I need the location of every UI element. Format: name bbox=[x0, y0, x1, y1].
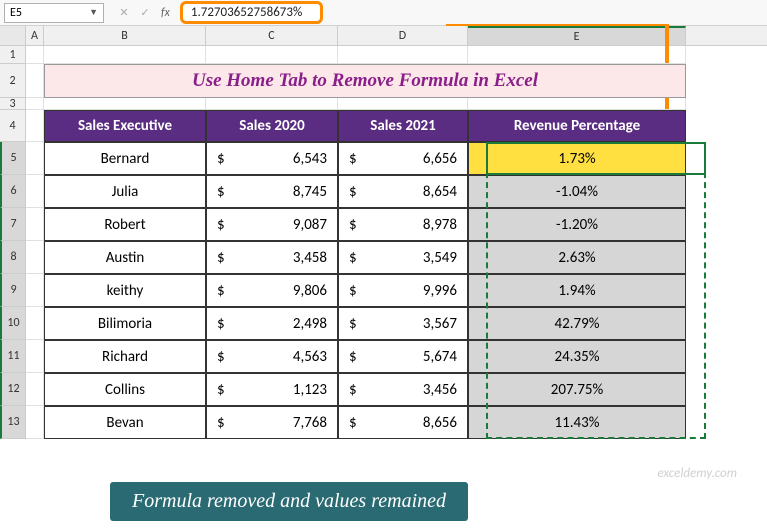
row-header-6[interactable]: 6 bbox=[0, 175, 26, 208]
select-all-corner[interactable] bbox=[0, 26, 26, 45]
sales-2021-cell[interactable]: $8,654 bbox=[338, 175, 468, 208]
row-headers: 1 2 3 4 5 6 7 8 9 10 11 12 13 bbox=[0, 46, 26, 439]
row-header-1[interactable]: 1 bbox=[0, 46, 26, 64]
cell[interactable] bbox=[338, 46, 468, 64]
sales-2020-cell[interactable]: $2,498 bbox=[206, 307, 338, 340]
cell[interactable] bbox=[26, 46, 44, 64]
rev-pct-cell[interactable]: -1.04% bbox=[468, 175, 686, 208]
row-header-8[interactable]: 8 bbox=[0, 241, 26, 274]
title-cell[interactable]: Use Home Tab to Remove Formula in Excel bbox=[44, 64, 686, 98]
header-rev[interactable]: Revenue Percentage bbox=[468, 110, 686, 142]
cell[interactable] bbox=[206, 98, 338, 110]
rev-pct-cell[interactable]: 11.43% bbox=[468, 406, 686, 439]
column-headers: A B C D E bbox=[0, 26, 767, 46]
row-header-11[interactable]: 11 bbox=[0, 340, 26, 373]
rev-pct-cell[interactable]: 42.79% bbox=[468, 307, 686, 340]
rev-pct-cell[interactable]: 1.73% bbox=[468, 142, 686, 175]
sales-2020-cell[interactable]: $9,806 bbox=[206, 274, 338, 307]
row-header-13[interactable]: 13 bbox=[0, 406, 26, 439]
cell[interactable] bbox=[26, 340, 44, 373]
cell[interactable] bbox=[26, 373, 44, 406]
sales-2020-cell[interactable]: $6,543 bbox=[206, 142, 338, 175]
rev-pct-cell[interactable]: 24.35% bbox=[468, 340, 686, 373]
cell[interactable] bbox=[26, 406, 44, 439]
cell[interactable] bbox=[206, 46, 338, 64]
watermark: exceldemy.com bbox=[658, 466, 737, 481]
cell[interactable] bbox=[468, 98, 686, 110]
row-header-2[interactable]: 2 bbox=[0, 64, 26, 98]
sales-2021-cell[interactable]: $8,656 bbox=[338, 406, 468, 439]
cell[interactable] bbox=[26, 307, 44, 340]
sales-2020-cell[interactable]: $4,563 bbox=[206, 340, 338, 373]
sales-2021-cell[interactable]: $5,674 bbox=[338, 340, 468, 373]
header-2020[interactable]: Sales 2020 bbox=[206, 110, 338, 142]
formula-input[interactable]: 1.72703652758673% bbox=[180, 1, 323, 24]
sales-2021-cell[interactable]: $3,549 bbox=[338, 241, 468, 274]
name-box-value: E5 bbox=[10, 6, 22, 20]
exec-cell[interactable]: Julia bbox=[44, 175, 206, 208]
header-exec[interactable]: Sales Executive bbox=[44, 110, 206, 142]
sales-2021-cell[interactable]: $6,656 bbox=[338, 142, 468, 175]
row-header-3[interactable]: 3 bbox=[0, 98, 26, 110]
sales-2021-cell[interactable]: $3,456 bbox=[338, 373, 468, 406]
exec-cell[interactable]: Collins bbox=[44, 373, 206, 406]
row-header-5[interactable]: 5 bbox=[0, 142, 26, 175]
formula-bar-icons: ✕ ✓ bbox=[114, 3, 155, 23]
sales-2021-cell[interactable]: $9,996 bbox=[338, 274, 468, 307]
exec-cell[interactable]: Bernard bbox=[44, 142, 206, 175]
chevron-down-icon[interactable]: ▼ bbox=[89, 7, 98, 18]
sales-2021-cell[interactable]: $3,567 bbox=[338, 307, 468, 340]
cell[interactable] bbox=[26, 208, 44, 241]
cell[interactable] bbox=[26, 98, 44, 110]
row-header-7[interactable]: 7 bbox=[0, 208, 26, 241]
rev-pct-cell[interactable]: -1.20% bbox=[468, 208, 686, 241]
cell[interactable] bbox=[44, 46, 206, 64]
sales-2020-cell[interactable]: $3,458 bbox=[206, 241, 338, 274]
exec-cell[interactable]: keithy bbox=[44, 274, 206, 307]
name-box[interactable]: E5 ▼ bbox=[4, 3, 104, 23]
exec-cell[interactable]: Austin bbox=[44, 241, 206, 274]
rev-pct-cell[interactable]: 207.75% bbox=[468, 373, 686, 406]
cancel-icon[interactable]: ✕ bbox=[114, 3, 134, 23]
col-header-A[interactable]: A bbox=[26, 26, 44, 45]
cell[interactable] bbox=[26, 142, 44, 175]
rev-pct-cell[interactable]: 1.94% bbox=[468, 274, 686, 307]
sales-2020-cell[interactable]: $8,745 bbox=[206, 175, 338, 208]
sales-2021-cell[interactable]: $8,978 bbox=[338, 208, 468, 241]
enter-icon[interactable]: ✓ bbox=[135, 3, 155, 23]
sales-2020-cell[interactable]: $1,123 bbox=[206, 373, 338, 406]
col-header-B[interactable]: B bbox=[44, 26, 206, 45]
exec-cell[interactable]: Richard bbox=[44, 340, 206, 373]
formula-bar-row: E5 ▼ ✕ ✓ fx 1.72703652758673% bbox=[0, 0, 767, 26]
cell[interactable] bbox=[26, 241, 44, 274]
callout-annotation: Formula removed and values remained bbox=[110, 482, 468, 521]
exec-cell[interactable]: Robert bbox=[44, 208, 206, 241]
cell[interactable] bbox=[44, 98, 206, 110]
cell[interactable] bbox=[468, 46, 686, 64]
exec-cell[interactable]: Bevan bbox=[44, 406, 206, 439]
fx-icon[interactable]: fx bbox=[161, 6, 170, 20]
cell[interactable] bbox=[26, 274, 44, 307]
cell[interactable] bbox=[26, 110, 44, 142]
row-header-9[interactable]: 9 bbox=[0, 274, 26, 307]
row-header-12[interactable]: 12 bbox=[0, 373, 26, 406]
cell[interactable] bbox=[26, 64, 44, 98]
col-header-C[interactable]: C bbox=[206, 26, 338, 45]
cell[interactable] bbox=[338, 98, 468, 110]
header-2021[interactable]: Sales 2021 bbox=[338, 110, 468, 142]
sales-2020-cell[interactable]: $9,087 bbox=[206, 208, 338, 241]
row-header-4[interactable]: 4 bbox=[0, 110, 26, 142]
cell[interactable] bbox=[26, 175, 44, 208]
cells: Use Home Tab to Remove Formula in Excel … bbox=[26, 46, 767, 439]
exec-cell[interactable]: Bilimoria bbox=[44, 307, 206, 340]
col-header-E[interactable]: E bbox=[468, 26, 686, 45]
rev-pct-cell[interactable]: 2.63% bbox=[468, 241, 686, 274]
sales-2020-cell[interactable]: $7,768 bbox=[206, 406, 338, 439]
col-header-D[interactable]: D bbox=[338, 26, 468, 45]
row-header-10[interactable]: 10 bbox=[0, 307, 26, 340]
grid: 1 2 3 4 5 6 7 8 9 10 11 12 13 Use Home T… bbox=[0, 46, 767, 439]
